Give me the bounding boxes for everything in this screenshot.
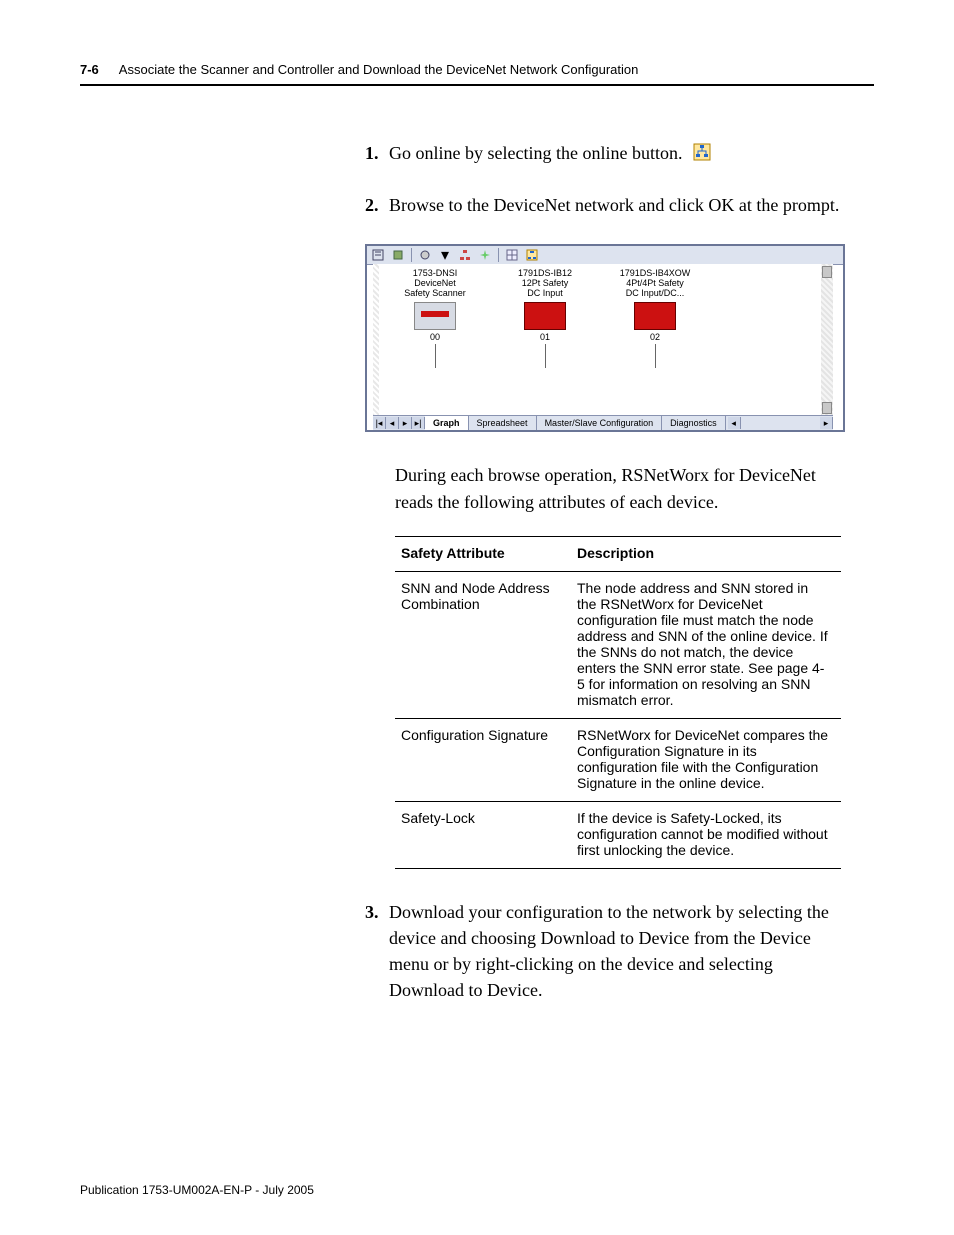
grid-icon[interactable] xyxy=(505,248,519,262)
step-3-text: Download your configuration to the netwo… xyxy=(389,899,844,1003)
tab-graph[interactable]: Graph xyxy=(425,416,469,430)
tree-strip xyxy=(373,264,379,416)
online-icon xyxy=(693,142,711,160)
tab-bar: |◂ ◂ ▸ ▸| Graph Spreadsheet Master/Slave… xyxy=(373,415,833,430)
wizard-icon[interactable] xyxy=(478,248,492,262)
separator-icon xyxy=(498,248,499,262)
tab-scroll-right-icon[interactable]: ▸ xyxy=(820,417,833,429)
body-content: 1. Go online by selecting the online but… xyxy=(365,140,844,1030)
scrollbar-vertical[interactable] xyxy=(821,264,833,416)
device-label-2: 12Pt Safety xyxy=(503,278,587,288)
device-label-3: Safety Scanner xyxy=(393,288,477,298)
attributes-table: Safety Attribute Description SNN and Nod… xyxy=(395,536,841,869)
tab-scroll-left-icon[interactable]: ◂ xyxy=(728,417,741,429)
tab-spreadsheet[interactable]: Spreadsheet xyxy=(469,416,537,430)
cell-attribute: SNN and Node Address Combination xyxy=(395,572,571,719)
device-label-2: DeviceNet xyxy=(393,278,477,288)
post-screenshot-paragraph: During each browse operation, RSNetWorx … xyxy=(395,462,844,516)
footer-publication: Publication 1753-UM002A-EN-P - July 2005 xyxy=(80,1183,314,1197)
tree-icon[interactable] xyxy=(371,248,385,262)
table-row: Safety-Lock If the device is Safety-Lock… xyxy=(395,802,841,869)
device-icon xyxy=(634,302,676,330)
tab-master-slave[interactable]: Master/Slave Configuration xyxy=(537,416,663,430)
cell-attribute: Configuration Signature xyxy=(395,719,571,802)
page-number: 7-6 xyxy=(80,62,99,77)
device-icon xyxy=(414,302,456,330)
running-header: 7-6 Associate the Scanner and Controller… xyxy=(80,62,874,77)
device-label-1: 1791DS-IB4XOW xyxy=(613,268,697,278)
device-node[interactable]: 1753-DNSI DeviceNet Safety Scanner 00 xyxy=(393,268,477,368)
separator-icon xyxy=(411,248,412,262)
tab-diagnostics[interactable]: Diagnostics xyxy=(662,416,726,430)
graph-view[interactable]: 1753-DNSI DeviceNet Safety Scanner 00 17… xyxy=(373,264,833,416)
header-description: Description xyxy=(571,537,841,572)
device-label-3: DC Input/DC... xyxy=(613,288,697,298)
chapter-title: Associate the Scanner and Controller and… xyxy=(119,62,639,77)
stem-line xyxy=(545,344,546,368)
rsnetworx-screenshot: ▾ 1753-DNSI DeviceNet Safety Scanner xyxy=(365,244,845,432)
cell-description: RSNetWorx for DeviceNet compares the Con… xyxy=(571,719,841,802)
device-address: 01 xyxy=(503,332,587,342)
device-label-1: 1753-DNSI xyxy=(393,268,477,278)
device-row: 1753-DNSI DeviceNet Safety Scanner 00 17… xyxy=(393,268,813,368)
tab-nav-last-icon[interactable]: ▸| xyxy=(412,417,425,429)
table-header-row: Safety Attribute Description xyxy=(395,537,841,572)
scroll-down-icon[interactable] xyxy=(822,402,832,414)
dropdown-icon[interactable]: ▾ xyxy=(438,248,452,262)
step-3: 3. Download your configuration to the ne… xyxy=(365,899,844,1003)
step-2-number: 2. xyxy=(365,192,389,218)
header-attribute: Safety Attribute xyxy=(395,537,571,572)
cell-attribute: Safety-Lock xyxy=(395,802,571,869)
network-icon[interactable] xyxy=(458,248,472,262)
device-node[interactable]: 1791DS-IB12 12Pt Safety DC Input 01 xyxy=(503,268,587,368)
device-address: 00 xyxy=(393,332,477,342)
header-rule xyxy=(80,84,874,86)
table-row: SNN and Node Address Combination The nod… xyxy=(395,572,841,719)
stem-line xyxy=(435,344,436,368)
step-1: 1. Go online by selecting the online but… xyxy=(365,140,844,166)
scroll-up-icon[interactable] xyxy=(822,266,832,278)
cell-description: If the device is Safety-Locked, its conf… xyxy=(571,802,841,869)
tool-icon[interactable] xyxy=(391,248,405,262)
online-icon[interactable] xyxy=(525,248,539,262)
device-label-3: DC Input xyxy=(503,288,587,298)
node-icon[interactable] xyxy=(418,248,432,262)
step-2-text: Browse to the DeviceNet network and clic… xyxy=(389,192,844,218)
device-icon xyxy=(524,302,566,330)
device-label-2: 4Pt/4Pt Safety xyxy=(613,278,697,288)
step-2: 2. Browse to the DeviceNet network and c… xyxy=(365,192,844,218)
device-label-1: 1791DS-IB12 xyxy=(503,268,587,278)
tab-nav-next-icon[interactable]: ▸ xyxy=(399,417,412,429)
device-node[interactable]: 1791DS-IB4XOW 4Pt/4Pt Safety DC Input/DC… xyxy=(613,268,697,368)
device-address: 02 xyxy=(613,332,697,342)
table-row: Configuration Signature RSNetWorx for De… xyxy=(395,719,841,802)
step-3-number: 3. xyxy=(365,899,389,1003)
stem-line xyxy=(655,344,656,368)
tab-nav-prev-icon[interactable]: ◂ xyxy=(386,417,399,429)
toolbar: ▾ xyxy=(367,246,843,265)
tab-nav-first-icon[interactable]: |◂ xyxy=(373,417,386,429)
step-1-number: 1. xyxy=(365,140,389,166)
cell-description: The node address and SNN stored in the R… xyxy=(571,572,841,719)
step-1-text: Go online by selecting the online button… xyxy=(389,140,844,166)
